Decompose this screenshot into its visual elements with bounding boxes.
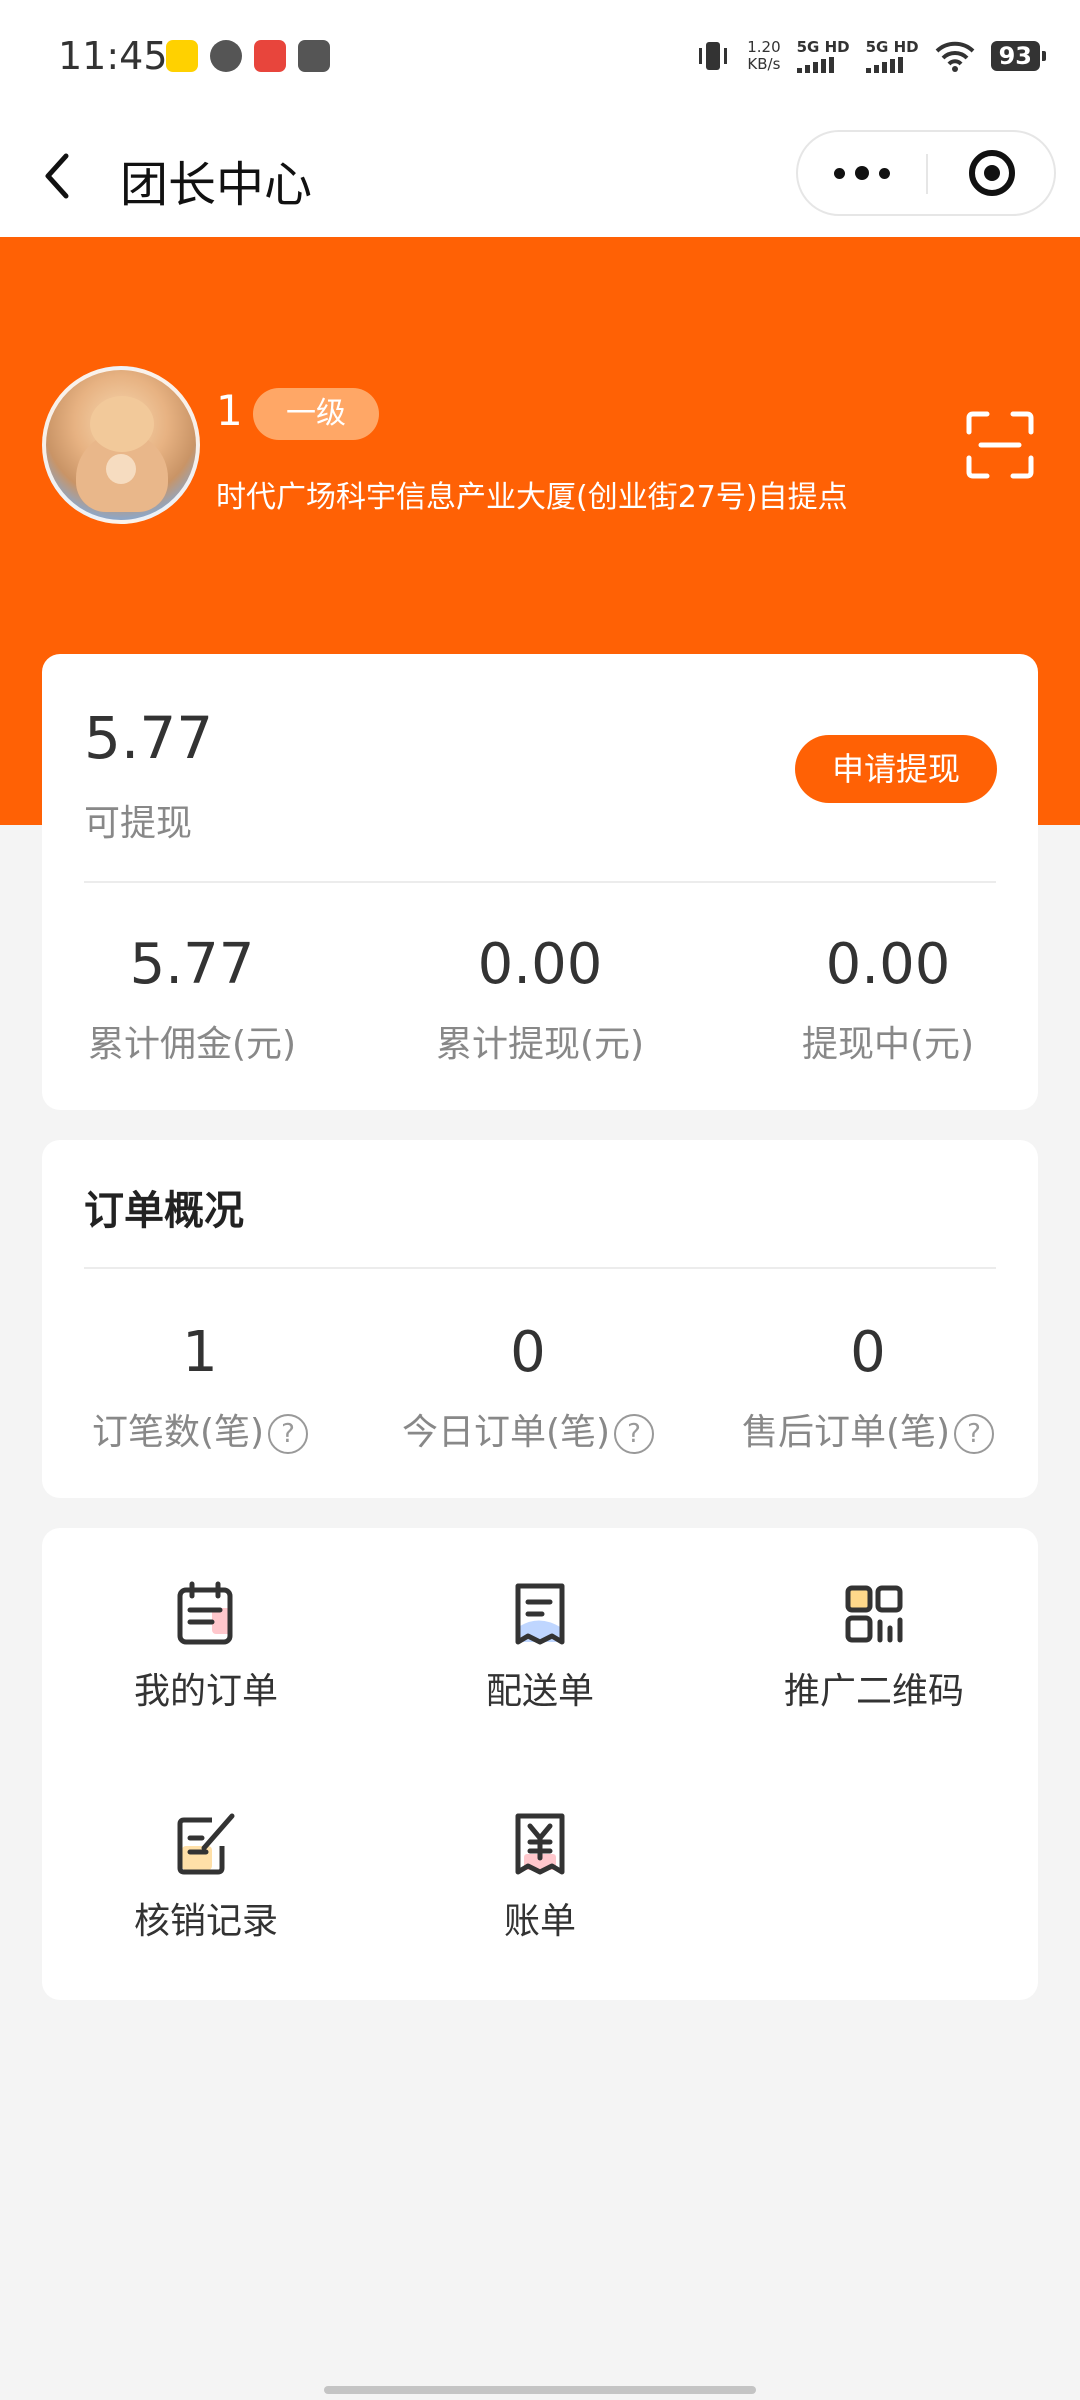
stat-aftersale-orders: 0 售后订单(笔)? [698, 1320, 1038, 1455]
app-notification-icon [254, 40, 286, 72]
level-badge: 一级 [253, 388, 379, 440]
back-arrow-icon[interactable] [38, 148, 78, 204]
meituan-app-icon [166, 40, 198, 72]
menu-my-orders[interactable]: 我的订单 [86, 1580, 326, 1714]
menu-bills[interactable]: 账单 [420, 1810, 660, 1944]
withdrawable-label: 可提现 [84, 803, 193, 844]
stat-value: 0 [850, 1320, 886, 1385]
message-app-icon [298, 40, 330, 72]
more-dot-icon [855, 166, 869, 180]
stat-value: 5.77 [129, 932, 255, 997]
stat-label: 累计佣金(元) [87, 1024, 297, 1065]
help-icon[interactable]: ? [614, 1414, 655, 1454]
function-menu-card: 我的订单 配送单 推广二维码 核销记录 账单 [42, 1528, 1038, 2000]
network-speed-value: 1.20 [747, 38, 781, 56]
speed-gauge-icon [210, 40, 242, 72]
signal-bars-icon [796, 56, 850, 73]
close-mini-program-button[interactable] [928, 132, 1056, 214]
pickup-address: 时代广场科宇信息产业大厦(创业街27号)自提点 [216, 480, 848, 515]
menu-label: 账单 [503, 1901, 576, 1942]
user-name: 1 [216, 386, 243, 435]
wifi-icon [935, 41, 974, 72]
delivery-receipt-icon [515, 1583, 565, 1645]
stat-total-withdrawn: 0.00 累计提现(元) [390, 932, 690, 1067]
verify-record-icon [177, 1813, 235, 1875]
stat-label: 售后订单(笔)? [698, 1403, 1038, 1455]
stat-total-commission: 5.77 累计佣金(元) [42, 932, 342, 1067]
qr-code-icon [845, 1585, 903, 1643]
order-divider [84, 1267, 996, 1269]
network-speed: 1.20 KB/s [747, 39, 780, 73]
sim2-signal: 5G HD [865, 37, 919, 73]
stat-today-orders: 0 今日订单(笔)? [358, 1320, 698, 1455]
menu-promo-qrcode[interactable]: 推广二维码 [754, 1580, 994, 1714]
wallet-divider [84, 881, 996, 883]
more-dot-icon [834, 167, 845, 179]
apply-withdraw-button[interactable]: 申请提现 [795, 735, 997, 803]
help-icon[interactable]: ? [954, 1414, 995, 1454]
mini-program-capsule [796, 130, 1056, 216]
menu-label: 我的订单 [133, 1671, 278, 1712]
more-dot-icon [879, 167, 890, 179]
vibrate-icon [699, 42, 728, 70]
sim2-label: 5G HD [865, 37, 919, 56]
withdrawable-amount: 5.77 [84, 704, 214, 772]
target-close-icon [969, 150, 1015, 196]
sim1-signal: 5G HD [796, 37, 850, 73]
menu-verify-records[interactable]: 核销记录 [86, 1810, 326, 1944]
help-icon[interactable]: ? [268, 1414, 309, 1454]
order-overview-title: 订单概况 [84, 1188, 244, 1234]
stat-value: 0.00 [825, 932, 951, 997]
bill-yuan-icon [515, 1813, 565, 1875]
more-menu-button[interactable] [798, 132, 926, 214]
stat-label: 今日订单(笔)? [358, 1403, 698, 1455]
menu-delivery[interactable]: 配送单 [420, 1580, 660, 1714]
status-time: 11:45 [58, 34, 168, 78]
stat-withdrawing: 0.00 提现中(元) [738, 932, 1038, 1067]
status-bar: 11:45 1.20 KB/s 5G HD 5G HD 93 [0, 0, 1080, 115]
menu-label: 推广二维码 [783, 1671, 964, 1712]
scan-icon[interactable] [965, 410, 1035, 480]
status-indicators: 1.20 KB/s 5G HD 5G HD 93 [695, 34, 1047, 78]
order-list-icon [177, 1581, 233, 1645]
stat-label: 订笔数(笔)? [42, 1403, 358, 1455]
nav-bar: 团长中心 [0, 115, 1080, 237]
signal-bars-icon [865, 56, 919, 73]
order-overview-card: 订单概况 1 订笔数(笔)? 0 今日订单(笔)? 0 售后订单(笔)? [42, 1140, 1038, 1498]
stat-value: 1 [182, 1320, 218, 1385]
stat-label: 提现中(元) [801, 1024, 975, 1065]
stat-order-count: 1 订笔数(笔)? [42, 1320, 358, 1455]
home-indicator[interactable] [324, 2386, 756, 2394]
stat-value: 0 [510, 1320, 546, 1385]
sim1-label: 5G HD [796, 37, 850, 56]
page-title: 团长中心 [120, 157, 313, 213]
menu-label: 核销记录 [133, 1901, 278, 1942]
network-speed-unit: KB/s [747, 55, 781, 73]
battery-indicator: 93 [990, 41, 1047, 71]
stat-label: 累计提现(元) [435, 1024, 645, 1065]
menu-label: 配送单 [485, 1671, 594, 1712]
wallet-card: 5.77 可提现 申请提现 5.77 累计佣金(元) 0.00 累计提现(元) … [42, 654, 1038, 1110]
avatar[interactable] [42, 366, 200, 524]
stat-value: 0.00 [477, 932, 603, 997]
